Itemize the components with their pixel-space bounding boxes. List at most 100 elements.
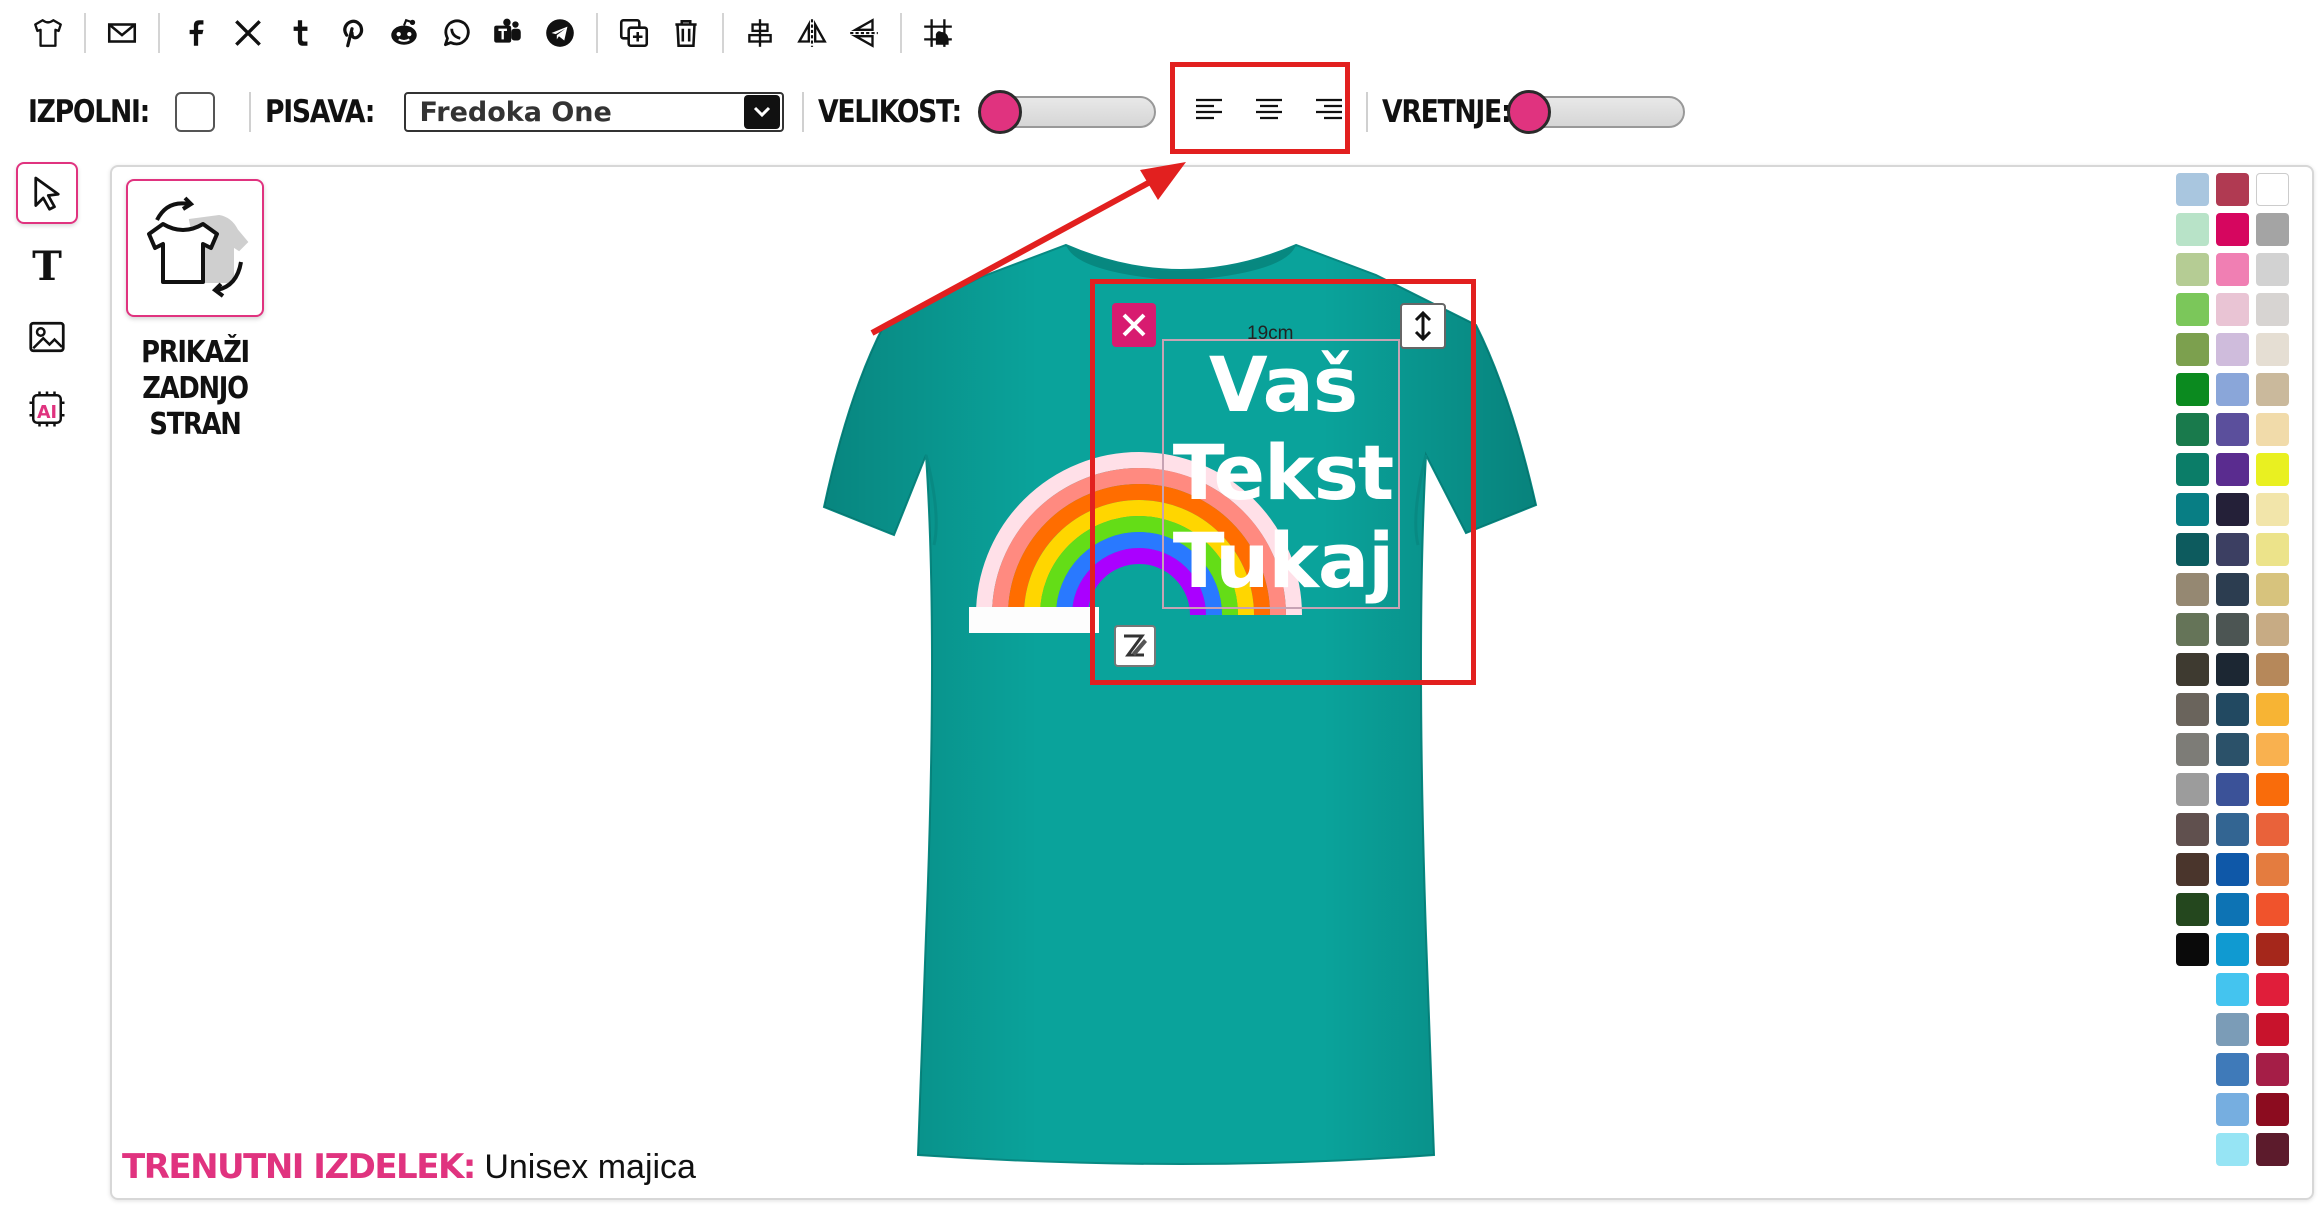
image-tool-icon[interactable] xyxy=(16,306,78,368)
grid-icon[interactable] xyxy=(912,8,964,58)
color-swatch[interactable] xyxy=(2216,213,2249,246)
color-swatch[interactable] xyxy=(2256,973,2289,1006)
telegram-icon[interactable] xyxy=(534,8,586,58)
color-swatch[interactable] xyxy=(2176,893,2209,926)
color-swatch[interactable] xyxy=(2216,173,2249,206)
color-swatch[interactable] xyxy=(2216,773,2249,806)
color-swatch[interactable] xyxy=(2256,653,2289,686)
whatsapp-icon[interactable] xyxy=(430,8,482,58)
text-tool-icon[interactable]: T xyxy=(16,234,78,296)
color-swatch[interactable] xyxy=(2216,853,2249,886)
color-swatch[interactable] xyxy=(2176,533,2209,566)
color-swatch[interactable] xyxy=(2216,973,2249,1006)
color-swatch[interactable] xyxy=(2256,293,2289,326)
color-swatch[interactable] xyxy=(2256,1133,2289,1166)
size-slider[interactable] xyxy=(977,90,1156,134)
color-swatch[interactable] xyxy=(2256,693,2289,726)
color-swatch[interactable] xyxy=(2256,773,2289,806)
fill-checkbox[interactable] xyxy=(174,92,215,132)
rotation-slider-knob[interactable] xyxy=(1506,90,1551,134)
color-swatch[interactable] xyxy=(2216,653,2249,686)
color-swatch[interactable] xyxy=(2216,693,2249,726)
color-swatch[interactable] xyxy=(2216,413,2249,446)
rotation-slider[interactable] xyxy=(1506,90,1685,134)
color-swatch[interactable] xyxy=(2216,1013,2249,1046)
trash-icon[interactable] xyxy=(660,8,712,58)
color-swatch[interactable] xyxy=(2256,613,2289,646)
color-swatch[interactable] xyxy=(2256,213,2289,246)
pinterest-icon[interactable] xyxy=(326,8,378,58)
color-swatch[interactable] xyxy=(2216,453,2249,486)
size-slider-knob[interactable] xyxy=(977,90,1022,134)
color-swatch[interactable] xyxy=(2176,453,2209,486)
color-swatch[interactable] xyxy=(2176,613,2209,646)
color-swatch[interactable] xyxy=(2176,773,2209,806)
color-swatch[interactable] xyxy=(2256,733,2289,766)
duplicate-icon[interactable] xyxy=(608,8,660,58)
color-swatch[interactable] xyxy=(2216,1053,2249,1086)
ai-tool-icon[interactable]: AI xyxy=(16,378,78,440)
color-swatch[interactable] xyxy=(2256,413,2289,446)
color-swatch[interactable] xyxy=(2216,813,2249,846)
color-swatch[interactable] xyxy=(2216,573,2249,606)
design-text[interactable]: Vaš Tekst Tukaj xyxy=(1164,341,1402,605)
color-swatch[interactable] xyxy=(2216,1133,2249,1166)
color-swatch[interactable] xyxy=(2176,333,2209,366)
color-swatch[interactable] xyxy=(2256,933,2289,966)
color-swatch[interactable] xyxy=(2216,933,2249,966)
color-swatch[interactable] xyxy=(2216,333,2249,366)
color-swatch[interactable] xyxy=(2216,253,2249,286)
color-swatch[interactable] xyxy=(2216,293,2249,326)
color-swatch[interactable] xyxy=(2216,533,2249,566)
reddit-icon[interactable] xyxy=(378,8,430,58)
color-swatch[interactable] xyxy=(2176,573,2209,606)
color-swatch[interactable] xyxy=(2256,373,2289,406)
flip-vertical-icon[interactable] xyxy=(838,8,890,58)
edit-handle-icon[interactable] xyxy=(1114,625,1156,667)
color-swatch[interactable] xyxy=(2176,853,2209,886)
color-swatch[interactable] xyxy=(2216,613,2249,646)
color-swatch[interactable] xyxy=(2176,253,2209,286)
mail-icon[interactable] xyxy=(96,8,148,58)
show-back-button[interactable] xyxy=(126,179,264,317)
color-swatch[interactable] xyxy=(2216,893,2249,926)
color-swatch[interactable] xyxy=(2176,173,2209,206)
design-canvas[interactable]: PRIKAŽI ZADNJO STRAN Vaš Tekst Tukaj 19c… xyxy=(110,165,2314,1200)
color-swatch[interactable] xyxy=(2256,173,2289,206)
color-swatch[interactable] xyxy=(2256,813,2289,846)
color-swatch[interactable] xyxy=(2256,893,2289,926)
font-select[interactable]: Fredoka One xyxy=(403,92,784,132)
color-swatch[interactable] xyxy=(2176,213,2209,246)
center-align-icon[interactable] xyxy=(734,8,786,58)
teams-icon[interactable] xyxy=(482,8,534,58)
delete-handle-icon[interactable] xyxy=(1112,303,1156,347)
color-swatch[interactable] xyxy=(2216,373,2249,406)
color-swatch[interactable] xyxy=(2256,1093,2289,1126)
color-swatch[interactable] xyxy=(2176,933,2209,966)
text-design-box[interactable]: Vaš Tekst Tukaj xyxy=(1162,339,1400,609)
facebook-icon[interactable] xyxy=(170,8,222,58)
color-swatch[interactable] xyxy=(2176,653,2209,686)
color-swatch[interactable] xyxy=(2176,733,2209,766)
color-swatch[interactable] xyxy=(2256,1013,2289,1046)
color-swatch[interactable] xyxy=(2256,533,2289,566)
color-swatch[interactable] xyxy=(2256,1053,2289,1086)
color-swatch[interactable] xyxy=(2256,333,2289,366)
color-swatch[interactable] xyxy=(2256,253,2289,286)
color-swatch[interactable] xyxy=(2176,693,2209,726)
color-swatch[interactable] xyxy=(2216,1093,2249,1126)
color-swatch[interactable] xyxy=(2256,573,2289,606)
color-swatch[interactable] xyxy=(2216,733,2249,766)
color-swatch[interactable] xyxy=(2256,853,2289,886)
color-swatch[interactable] xyxy=(2256,493,2289,526)
chevron-down-icon[interactable] xyxy=(743,95,780,129)
x-icon[interactable] xyxy=(222,8,274,58)
resize-handle-icon[interactable] xyxy=(1400,303,1446,349)
tumblr-icon[interactable] xyxy=(274,8,326,58)
color-swatch[interactable] xyxy=(2216,493,2249,526)
tshirt-icon[interactable] xyxy=(22,8,74,58)
color-swatch[interactable] xyxy=(2176,373,2209,406)
color-swatch[interactable] xyxy=(2176,493,2209,526)
select-tool-icon[interactable] xyxy=(16,162,78,224)
color-swatch[interactable] xyxy=(2176,413,2209,446)
